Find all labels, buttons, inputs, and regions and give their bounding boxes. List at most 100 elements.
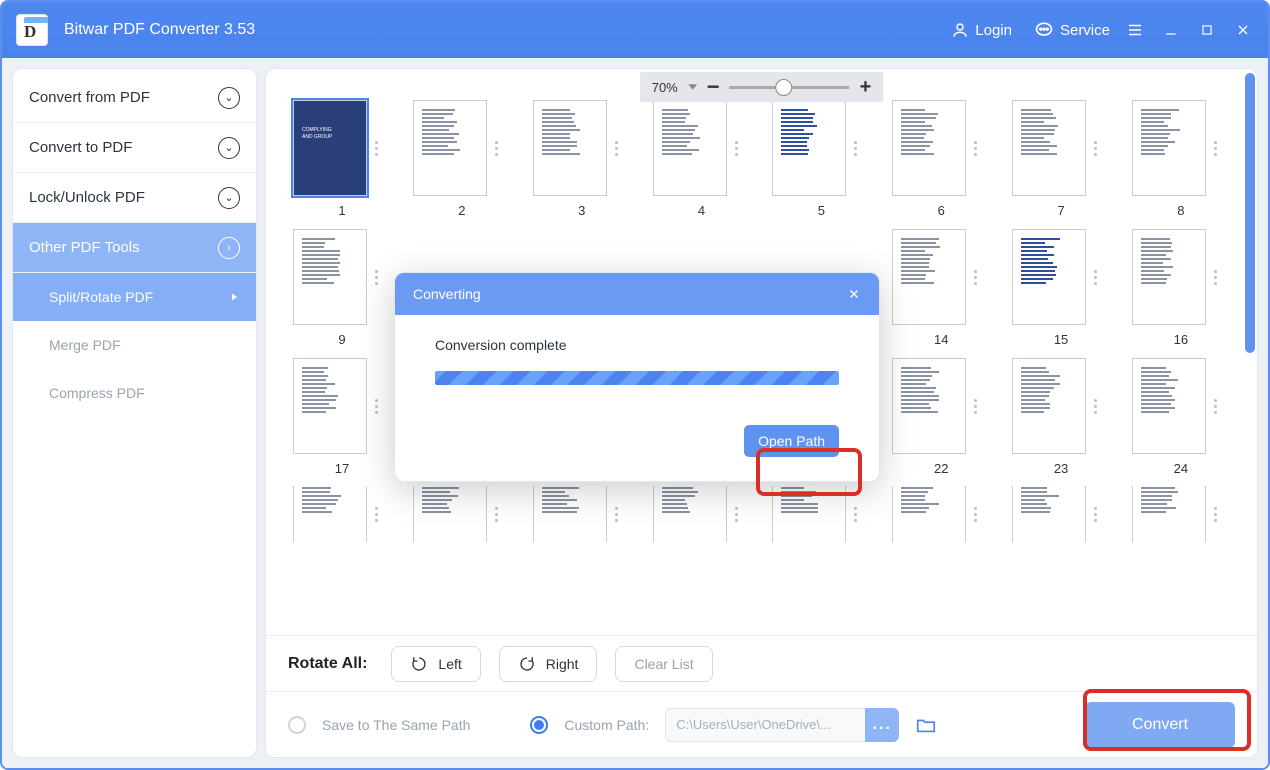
dots-menu-icon[interactable] [854,507,857,522]
dots-menu-icon[interactable] [375,141,378,156]
page-thumbnail[interactable] [765,486,877,542]
sidebar-item-compress-pdf[interactable]: Compress PDF [13,369,256,417]
page-thumbnail[interactable] [1125,486,1237,542]
dots-menu-icon[interactable] [1094,270,1097,285]
chat-icon [1034,20,1054,40]
dots-menu-icon[interactable] [1214,507,1217,522]
folder-icon[interactable] [915,714,937,736]
page-thumbnail[interactable]: 15 [1005,228,1117,347]
dots-menu-icon[interactable] [375,270,378,285]
dialog-title: Converting [413,286,481,302]
dots-menu-icon[interactable] [735,141,738,156]
custom-path-radio[interactable] [530,716,548,734]
dots-menu-icon[interactable] [854,141,857,156]
sidebar-section-lock-unlock-pdf[interactable]: Lock/Unlock PDF ⌄ [13,173,256,223]
page-thumbnail[interactable] [406,486,518,542]
page-thumbnail[interactable] [646,486,758,542]
rotate-toolbar: Rotate All: Left Right Clear List [266,635,1257,691]
open-path-button[interactable]: Open Path [744,425,839,457]
sidebar-item-label: Compress PDF [49,385,145,401]
dots-menu-icon[interactable] [495,141,498,156]
sidebar-section-convert-to-pdf[interactable]: Convert to PDF ⌄ [13,123,256,173]
rotate-left-icon [410,655,428,673]
sidebar-section-other-pdf-tools[interactable]: Other PDF Tools › [13,223,256,273]
page-thumbnail[interactable]: 23 [1005,357,1117,476]
dots-menu-icon[interactable] [1094,399,1097,414]
page-thumbnail[interactable]: 17 [286,357,398,476]
page-thumbnail[interactable]: 16 [1125,228,1237,347]
progress-bar [435,371,839,385]
dots-menu-icon[interactable] [735,507,738,522]
service-button[interactable]: Service [1034,20,1110,40]
titlebar: D Bitwar PDF Converter 3.53 Login Servic… [2,2,1268,58]
dots-menu-icon[interactable] [1214,141,1217,156]
page-thumbnail[interactable]: 24 [1125,357,1237,476]
dots-menu-icon[interactable] [974,399,977,414]
dots-menu-icon[interactable] [974,141,977,156]
dialog-close-icon[interactable] [847,287,861,301]
maximize-button[interactable] [1196,19,1218,41]
sidebar-section-convert-from-pdf[interactable]: Convert from PDF ⌄ [13,73,256,123]
dots-menu-icon[interactable] [375,399,378,414]
page-number: 8 [1177,203,1184,218]
page-thumbnail[interactable]: 9 [286,228,398,347]
dots-menu-icon[interactable] [1094,507,1097,522]
chevron-down-icon: ⌄ [218,137,240,159]
output-path-bar: Save to The Same Path Custom Path: C:\Us… [266,691,1257,757]
dots-menu-icon[interactable] [495,507,498,522]
page-number: 1 [338,203,345,218]
page-thumbnail[interactable]: COMPLYINGAND GROUP1 [286,99,398,218]
clear-list-button[interactable]: Clear List [615,646,712,682]
page-thumbnail[interactable]: 5 [765,99,877,218]
sidebar-item-label: Split/Rotate PDF [49,289,153,305]
dialog-status-text: Conversion complete [435,337,839,353]
dots-menu-icon[interactable] [974,507,977,522]
scrollbar[interactable] [1245,73,1255,353]
close-button[interactable] [1232,19,1254,41]
rotate-all-label: Rotate All: [288,655,367,673]
login-button[interactable]: Login [951,21,1012,39]
convert-button[interactable]: Convert [1085,702,1235,748]
page-thumbnail[interactable]: 3 [526,99,638,218]
dots-menu-icon[interactable] [615,141,618,156]
page-thumbnail[interactable]: 8 [1125,99,1237,218]
page-thumbnail[interactable]: 6 [885,99,997,218]
zoom-in-button[interactable]: + [860,76,872,99]
page-thumbnail[interactable] [526,486,638,542]
page-thumbnail[interactable]: 14 [885,228,997,347]
sidebar-item-split-rotate-pdf[interactable]: Split/Rotate PDF [13,273,256,321]
open-path-label: Open Path [758,433,825,449]
rotate-left-button[interactable]: Left [391,646,480,682]
page-thumbnail[interactable]: 4 [646,99,758,218]
browse-button[interactable]: ... [865,708,899,742]
chevron-right-icon: › [218,237,240,259]
same-path-radio[interactable] [288,716,306,734]
dots-menu-icon[interactable] [615,507,618,522]
chevron-down-icon[interactable] [688,84,697,90]
minimize-button[interactable] [1160,19,1182,41]
dots-menu-icon[interactable] [375,507,378,522]
dots-menu-icon[interactable] [1214,270,1217,285]
hamburger-menu-icon[interactable] [1124,19,1146,41]
zoom-slider[interactable] [730,86,850,89]
app-title: Bitwar PDF Converter 3.53 [64,21,255,39]
dots-menu-icon[interactable] [1094,141,1097,156]
page-number: 2 [458,203,465,218]
convert-button-label: Convert [1132,716,1188,734]
chevron-down-icon: ⌄ [218,187,240,209]
page-thumbnail[interactable] [286,486,398,542]
page-thumbnail[interactable]: 7 [1005,99,1117,218]
zoom-out-button[interactable]: − [707,74,720,100]
page-thumbnail[interactable]: 22 [885,357,997,476]
page-number: 9 [338,332,345,347]
page-thumbnail[interactable] [885,486,997,542]
page-thumbnail[interactable] [1005,486,1117,542]
page-thumbnail[interactable]: 2 [406,99,518,218]
dots-menu-icon[interactable] [974,270,977,285]
custom-path-input[interactable]: C:\Users\User\OneDrive\... [665,708,865,742]
rotate-right-button[interactable]: Right [499,646,598,682]
dots-menu-icon[interactable] [1214,399,1217,414]
sidebar-item-label: Merge PDF [49,337,121,353]
clear-list-label: Clear List [634,656,693,672]
sidebar-item-merge-pdf[interactable]: Merge PDF [13,321,256,369]
